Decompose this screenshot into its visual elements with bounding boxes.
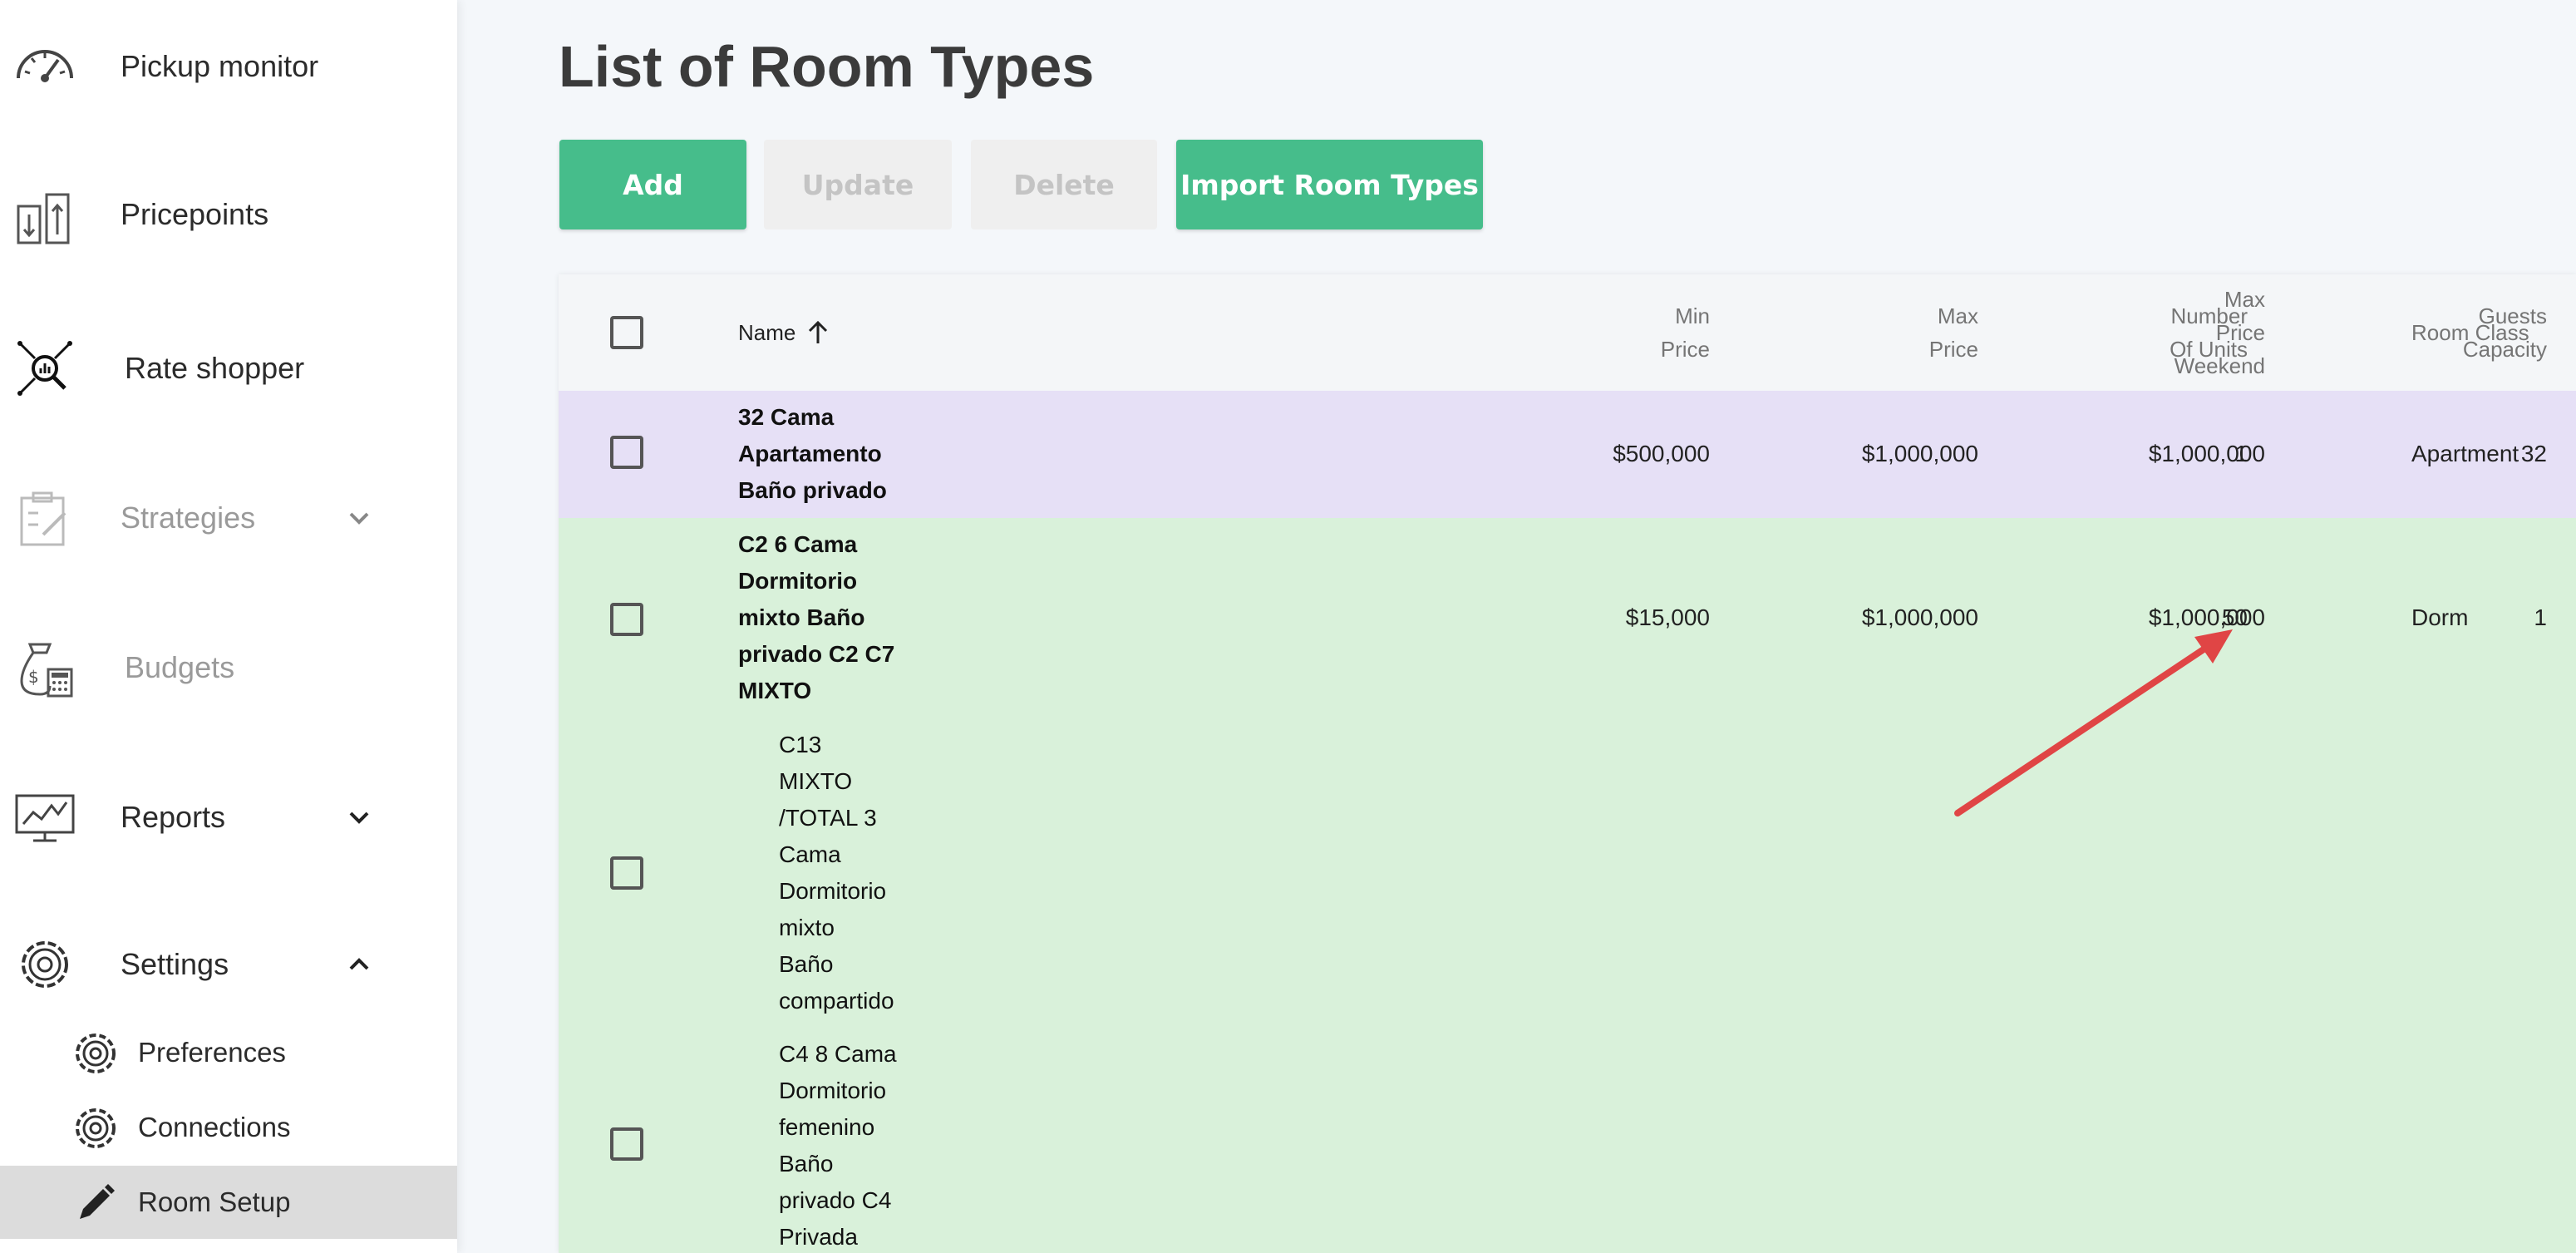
sidebar-subitem-label: Preferences: [138, 1037, 286, 1068]
column-header-name[interactable]: Name: [738, 316, 829, 349]
add-button[interactable]: Add: [559, 140, 746, 229]
update-button[interactable]: Update: [764, 140, 952, 229]
delete-button[interactable]: Delete: [971, 140, 1157, 229]
sidebar-subitem-preferences[interactable]: Preferences: [0, 1016, 457, 1089]
table-row[interactable]: C4 8 Cama Dormitorio femenino Baño priva…: [559, 1028, 2576, 1253]
sidebar-item-settings[interactable]: Settings: [0, 923, 457, 1006]
import-room-types-button[interactable]: Import Room Types: [1176, 140, 1483, 229]
sidebar-item-label: Strategies: [121, 501, 256, 535]
gear-icon: [76, 1033, 116, 1073]
sidebar-item-label: Reports: [121, 800, 226, 834]
min-price-cell: $15,000: [1625, 604, 1710, 630]
row-checkbox[interactable]: [610, 856, 643, 890]
svg-text:$: $: [28, 667, 39, 687]
gear-icon: [76, 1108, 116, 1148]
row-checkbox[interactable]: [610, 603, 643, 636]
sidebar-item-label: Pricepoints: [121, 197, 269, 231]
row-checkbox[interactable]: [610, 436, 643, 469]
chevron-down-icon: [349, 811, 369, 824]
sidebar: Pickup monitor Pricepoints Rate shopper: [0, 0, 457, 1253]
page-title: List of Room Types: [559, 34, 1095, 99]
table-row[interactable]: C13 MIXTO /TOTAL 3 Cama Dormitorio mixto…: [559, 718, 2576, 1029]
guests-capacity-cell: 32: [2520, 441, 2547, 466]
sort-ascending-icon[interactable]: [807, 320, 829, 345]
room-name-cell: C2 6 Cama Dormitorio mixto Baño privado …: [738, 531, 895, 703]
sidebar-subitem-room-setup[interactable]: Room Setup: [0, 1166, 457, 1239]
sidebar-item-label: Settings: [121, 947, 229, 981]
room-name-cell: C13 MIXTO /TOTAL 3 Cama Dormitorio mixto…: [779, 732, 894, 1014]
sidebar-item-strategies[interactable]: Strategies: [0, 476, 457, 560]
pencil-icon: [80, 1184, 115, 1219]
number-of-units-cell: 50: [2221, 604, 2248, 630]
speedometer-icon: [17, 50, 73, 82]
column-header-room-class[interactable]: Room Class: [2411, 316, 2529, 349]
sidebar-item-pricepoints[interactable]: Pricepoints: [0, 173, 457, 256]
sidebar-subitem-connections[interactable]: Connections: [0, 1091, 457, 1164]
number-of-units-cell: 1: [2234, 441, 2248, 466]
sidebar-subitem-label: Room Setup: [138, 1186, 291, 1217]
column-header-max-price[interactable]: Max Price: [1929, 299, 1978, 366]
sidebar-subitem-label: Connections: [138, 1112, 291, 1142]
column-header-number-of-units[interactable]: Number Of Units: [2123, 299, 2248, 366]
room-class-cell: Apartment: [2411, 441, 2519, 466]
room-types-table: Name Min Price Max Price Max Price Weeke…: [559, 274, 2576, 1253]
reports-monitor-icon: [15, 794, 75, 842]
table-header: Name Min Price Max Price Max Price Weeke…: [559, 274, 2576, 392]
max-price-cell: $1,000,000: [1861, 604, 1978, 630]
sidebar-item-budgets[interactable]: $ Budgets: [0, 626, 457, 709]
pricepoints-icon: [17, 193, 70, 244]
sidebar-item-reports[interactable]: Reports: [0, 776, 457, 859]
row-checkbox[interactable]: [610, 1127, 643, 1161]
budget-bag-icon: $: [20, 643, 73, 698]
sidebar-item-label: Rate shopper: [125, 351, 305, 385]
room-name-cell: 32 Cama Apartamento Baño privado: [738, 404, 887, 503]
chevron-up-icon: [349, 958, 369, 970]
table-row[interactable]: 32 Cama Apartamento Baño privado $500,00…: [559, 391, 2576, 519]
rate-shopper-icon: [17, 341, 72, 396]
chevron-down-icon: [349, 512, 369, 525]
sidebar-item-label: Budgets: [125, 650, 235, 684]
column-header-min-price[interactable]: Min Price: [1661, 299, 1710, 366]
table-row[interactable]: C2 6 Cama Dormitorio mixto Baño privado …: [559, 518, 2576, 719]
room-class-cell: Dorm: [2411, 604, 2469, 630]
sidebar-item-pickup-monitor[interactable]: Pickup monitor: [0, 25, 457, 108]
sidebar-item-rate-shopper[interactable]: Rate shopper: [0, 327, 457, 410]
select-all-checkbox[interactable]: [610, 316, 643, 349]
min-price-cell: $500,000: [1613, 441, 1710, 466]
guests-capacity-cell: 1: [2534, 604, 2547, 630]
strategies-icon: [20, 491, 66, 546]
column-header-label: Name: [738, 320, 796, 345]
gear-icon: [22, 941, 68, 988]
sidebar-item-label: Pickup monitor: [121, 49, 319, 83]
room-name-cell: C4 8 Cama Dormitorio femenino Baño priva…: [779, 1041, 897, 1250]
max-price-cell: $1,000,000: [1861, 441, 1978, 466]
